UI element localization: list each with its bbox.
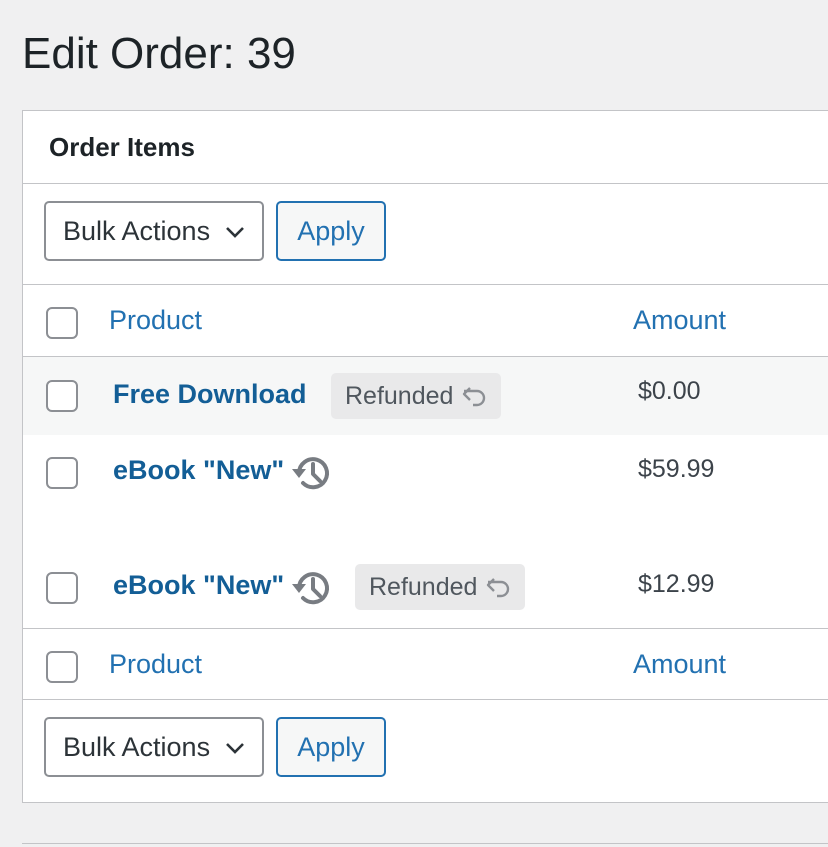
bulk-actions-label: Bulk Actions bbox=[63, 215, 211, 246]
page-title: Edit Order: 39 bbox=[22, 29, 296, 78]
bulk-actions-select-bottom[interactable]: Bulk Actions bbox=[44, 717, 264, 777]
column-header-product[interactable]: Product bbox=[109, 305, 202, 336]
box-header: Order Items bbox=[23, 111, 828, 184]
history-icon bbox=[292, 457, 329, 490]
amount-value: $59.99 bbox=[638, 455, 715, 483]
apply-button-top[interactable]: Apply bbox=[276, 201, 386, 261]
status-badge: Refunded bbox=[355, 564, 526, 610]
history-icon bbox=[292, 572, 329, 605]
box-title: Order Items bbox=[49, 131, 195, 162]
column-footer-product[interactable]: Product bbox=[109, 649, 202, 680]
product-link[interactable]: eBook "New" bbox=[113, 570, 284, 601]
row-checkbox[interactable] bbox=[46, 457, 78, 489]
amount-value: $0.00 bbox=[638, 377, 701, 405]
product-link[interactable]: eBook "New" bbox=[113, 455, 284, 486]
status-badge-label: Refunded bbox=[345, 381, 454, 410]
bulk-actions-label: Bulk Actions bbox=[63, 731, 211, 762]
select-all-checkbox-footer[interactable] bbox=[46, 651, 78, 683]
tablenav-top: Bulk Actions Apply bbox=[23, 184, 828, 285]
column-footer-amount[interactable]: Amount bbox=[633, 649, 726, 680]
tablenav-bottom: Bulk Actions Apply bbox=[23, 700, 828, 801]
status-badge-label: Refunded bbox=[369, 572, 478, 601]
table-row: eBook "New" Refunded $12.99 bbox=[23, 550, 828, 628]
order-items-box: Order Items Bulk Actions Apply Product A… bbox=[22, 110, 828, 803]
chevron-down-icon bbox=[226, 743, 244, 754]
column-header-amount[interactable]: Amount bbox=[633, 305, 726, 336]
select-all-checkbox[interactable] bbox=[46, 307, 78, 339]
bulk-actions-select-top[interactable]: Bulk Actions bbox=[44, 201, 264, 261]
table-row: eBook "New" $59.99 bbox=[23, 435, 828, 550]
next-box-edge bbox=[22, 843, 828, 847]
table-row: Free Download Refunded $0.00 bbox=[23, 357, 828, 435]
row-checkbox[interactable] bbox=[46, 572, 78, 604]
product-link[interactable]: Free Download bbox=[113, 379, 307, 410]
amount-value: $12.99 bbox=[638, 570, 715, 598]
apply-button-bottom[interactable]: Apply bbox=[276, 717, 386, 777]
table-header: Product Amount bbox=[23, 285, 828, 357]
undo-icon bbox=[463, 387, 486, 407]
table-footer: Product Amount bbox=[23, 628, 828, 700]
chevron-down-icon bbox=[226, 227, 244, 238]
undo-icon bbox=[487, 578, 510, 598]
status-badge: Refunded bbox=[331, 373, 502, 419]
row-checkbox[interactable] bbox=[46, 380, 78, 412]
